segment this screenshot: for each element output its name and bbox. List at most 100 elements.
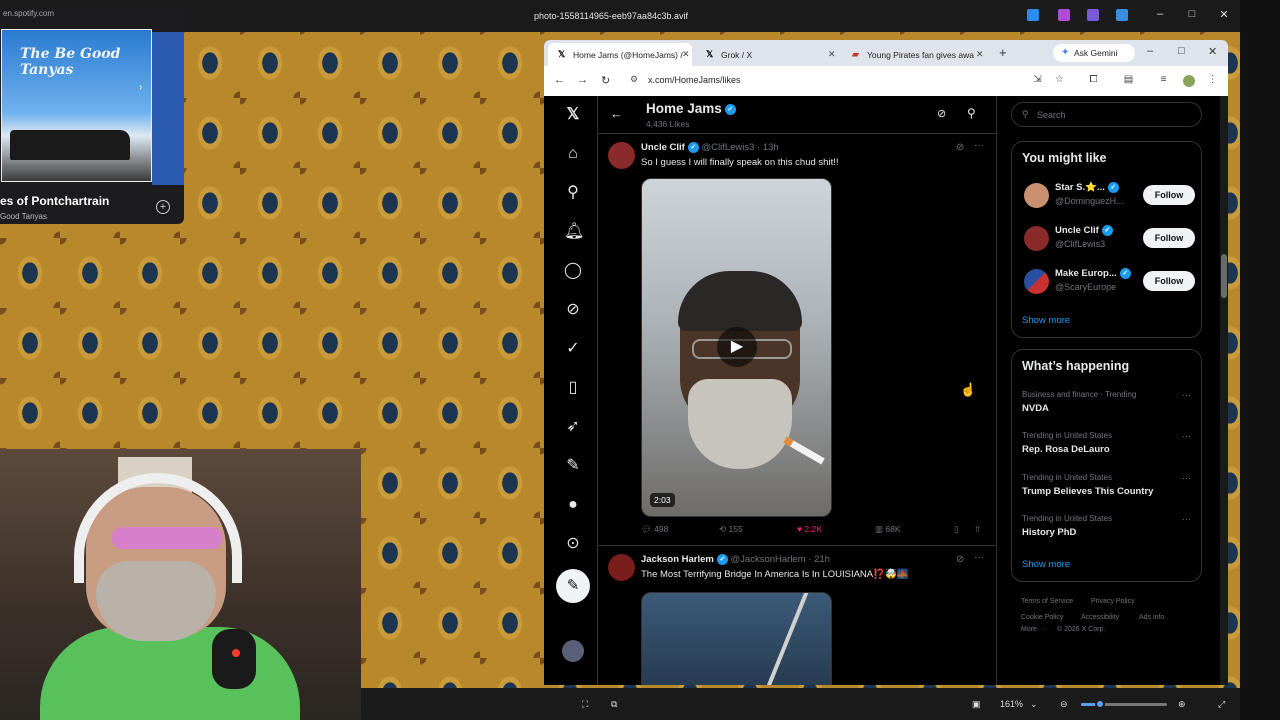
zoom-slider[interactable] <box>1081 699 1167 709</box>
avatar[interactable] <box>608 554 635 581</box>
more-icon[interactable]: ··· <box>974 140 984 151</box>
minimize-icon[interactable]: – <box>1152 8 1168 20</box>
back-icon[interactable]: ← <box>554 74 565 86</box>
trend-name[interactable]: History PhD <box>1022 527 1076 538</box>
profile-icon[interactable]: ● <box>564 496 582 514</box>
bookmark-icon[interactable]: ▯ <box>954 524 959 535</box>
show-more-link[interactable]: Show more <box>1022 559 1070 570</box>
install-icon[interactable]: ⇲ <box>1031 74 1044 86</box>
premium-icon[interactable]: ✓ <box>564 340 582 358</box>
chevron-right-icon[interactable]: › <box>139 82 142 93</box>
footer-link[interactable]: Privacy Policy <box>1091 598 1135 605</box>
more-icon[interactable]: ··· <box>974 552 984 563</box>
tweet-author[interactable]: Jackson Harlem ✓ @JacksonHarlem · 21h <box>641 554 830 565</box>
wtf-name[interactable]: Star S.⭐️... ✓ <box>1055 182 1119 193</box>
close-icon[interactable]: ✕ <box>1216 8 1232 21</box>
explore-icon[interactable]: ⚲ <box>564 184 582 202</box>
more-icon[interactable]: ··· <box>1182 473 1191 483</box>
back-arrow-icon[interactable]: ← <box>610 106 623 121</box>
more-icon[interactable]: ⊙ <box>564 535 582 553</box>
tab-pirates[interactable]: ▰ Young Pirates fan gives awa ✕ <box>842 43 990 66</box>
fit-window-icon[interactable]: ▣ <box>972 699 981 710</box>
menu-icon[interactable]: ⋮ <box>1206 74 1219 86</box>
zoom-value[interactable]: 161% <box>1000 699 1023 709</box>
play-icon[interactable]: ▶ <box>717 327 757 367</box>
reply-button[interactable]: 💬︎ 498 <box>641 524 668 535</box>
rocket-icon[interactable]: ➶ <box>564 418 582 436</box>
tweet-video[interactable]: ▶ 2:03 <box>641 178 832 517</box>
maximize-icon[interactable]: □ <box>1178 45 1185 57</box>
site-info-icon[interactable]: ⚙ <box>630 74 638 85</box>
copilot-icon[interactable] <box>1058 9 1070 21</box>
bookmark-star-icon[interactable]: ☆ <box>1053 74 1066 86</box>
close-tab-icon[interactable]: ✕ <box>976 49 984 60</box>
grok-icon[interactable]: ⊘ <box>937 107 946 120</box>
address-bar[interactable]: x.com/HomeJams/likes <box>648 75 741 85</box>
onedrive-icon[interactable] <box>1116 9 1128 21</box>
bookmarks-icon[interactable]: ▯ <box>564 379 582 397</box>
scrollbar[interactable] <box>1220 96 1228 685</box>
show-more-link[interactable]: Show more <box>1022 315 1070 326</box>
footer-link[interactable]: Ads info <box>1139 614 1164 621</box>
articles-icon[interactable]: ✎ <box>564 457 582 475</box>
grok-icon[interactable]: ⊘ <box>956 554 964 565</box>
fit-icon[interactable]: ⛶ <box>582 699 588 710</box>
fullscreen-icon[interactable]: ⤢ <box>1218 699 1225 710</box>
more-icon[interactable]: ··· <box>1182 431 1191 441</box>
grok-icon[interactable]: ⊘ <box>564 301 582 319</box>
maximize-icon[interactable]: □ <box>1184 8 1200 20</box>
song-title[interactable]: es of Pontchartrain <box>0 194 109 208</box>
repost-button[interactable]: ⟲ 155 <box>719 524 743 535</box>
messages-icon[interactable]: ◯ <box>564 262 582 280</box>
tweet[interactable]: Jackson Harlem ✓ @JacksonHarlem · 21h ⊘ ·… <box>598 547 996 685</box>
close-tab-icon[interactable]: ✕ <box>682 49 690 60</box>
extensions-icon[interactable]: ⧠ <box>1087 74 1100 86</box>
chevron-down-icon[interactable]: ⌄ <box>1030 699 1038 710</box>
post-button[interactable]: ✎ <box>556 569 590 603</box>
ask-gemini-button[interactable]: ✦ Ask Gemini <box>1053 44 1135 62</box>
home-icon[interactable]: ⌂ <box>564 145 582 163</box>
views-button[interactable]: ▥ 68K <box>875 524 901 535</box>
trend-name[interactable]: NVDA <box>1022 403 1049 414</box>
search-icon[interactable]: ⚲ <box>967 106 976 120</box>
wtf-name[interactable]: Uncle Clif ✓ <box>1055 225 1113 236</box>
avatar[interactable] <box>1024 269 1049 294</box>
grok-icon[interactable]: ⊘ <box>956 142 964 153</box>
trend-name[interactable]: Trump Believes This Country <box>1022 486 1153 497</box>
close-tab-icon[interactable]: ✕ <box>828 49 836 60</box>
footer-link[interactable]: Terms of Service <box>1021 598 1073 605</box>
add-icon[interactable]: + <box>156 200 170 214</box>
tweet-video[interactable] <box>641 592 832 685</box>
artist-name[interactable]: Good Tanyas <box>0 212 47 221</box>
wtf-name[interactable]: Make Europ... ✓ <box>1055 268 1131 279</box>
zoom-slider-knob[interactable] <box>1094 699 1105 709</box>
follow-button[interactable]: Follow <box>1143 228 1195 248</box>
zoom-in-icon[interactable]: ⊕ <box>1178 699 1186 710</box>
footer-link[interactable]: Cookie Policy <box>1021 614 1063 621</box>
tab-grok[interactable]: 𝕏 Grok / X ✕ <box>696 43 840 66</box>
media-icon[interactable]: ≡ <box>1157 74 1170 86</box>
footer-link[interactable]: More ··· <box>1021 626 1046 633</box>
tab-home-jams[interactable]: 𝕏 Home Jams (@HomeJams) / ✕ <box>548 43 692 66</box>
footer-link[interactable]: Accessibility <box>1081 614 1119 621</box>
profile-avatar[interactable] <box>1183 75 1195 87</box>
search-input[interactable]: ⚲ Search <box>1011 102 1202 127</box>
minimize-icon[interactable]: – <box>1147 45 1153 57</box>
forward-icon[interactable]: → <box>577 74 588 86</box>
more-icon[interactable]: ··· <box>1182 390 1191 400</box>
notifications-icon[interactable]: 🔔︎ <box>564 223 584 241</box>
avatar[interactable] <box>1024 183 1049 208</box>
x-logo-icon[interactable]: 𝕏 <box>564 106 582 124</box>
more-icon[interactable]: ··· <box>1182 514 1191 524</box>
avatar[interactable] <box>608 142 635 169</box>
edit-icon[interactable] <box>1027 9 1039 21</box>
avatar[interactable] <box>1024 226 1049 251</box>
zoom-out-icon[interactable]: ⊖ <box>1060 699 1068 710</box>
reload-icon[interactable]: ↻ <box>601 74 610 87</box>
follow-button[interactable]: Follow <box>1143 271 1195 291</box>
clipchamp-icon[interactable] <box>1087 9 1099 21</box>
scrollbar-thumb[interactable] <box>1221 254 1227 298</box>
account-avatar[interactable] <box>562 640 584 662</box>
tweet[interactable]: Uncle Clif ✓ @ClifLewis3 · 13h ⊘ ··· So I… <box>598 134 996 546</box>
like-button[interactable]: ♥ 2.2K <box>797 524 822 534</box>
